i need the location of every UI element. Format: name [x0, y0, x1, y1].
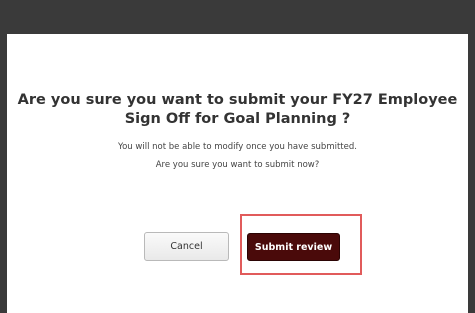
modal-overlay: Are you sure you want to submit your FY2…: [0, 0, 475, 313]
cancel-button[interactable]: Cancel: [144, 232, 229, 261]
dialog-message-line-1: You will not be able to modify once you …: [118, 142, 357, 152]
confirm-dialog: Are you sure you want to submit your FY2…: [7, 34, 468, 313]
dialog-title: Are you sure you want to submit your FY2…: [17, 92, 458, 127]
submit-review-button[interactable]: Submit review: [247, 233, 340, 261]
dialog-message-line-2: Are you sure you want to submit now?: [155, 160, 320, 170]
